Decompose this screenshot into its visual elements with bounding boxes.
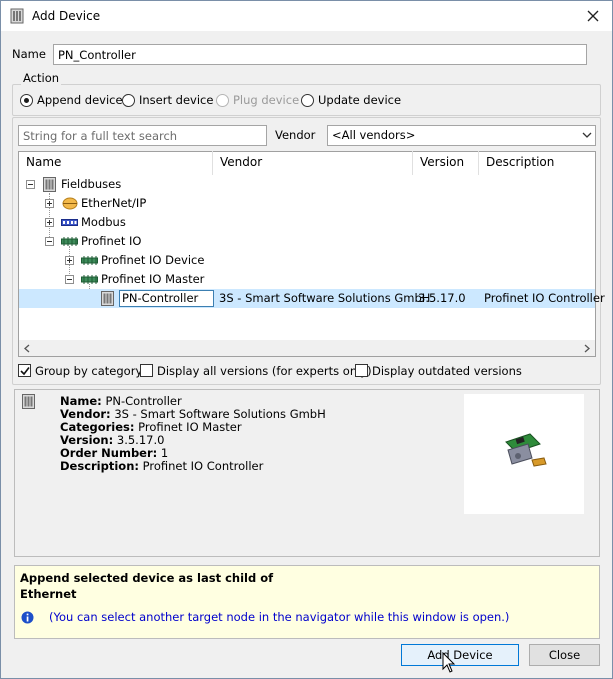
checkmark-icon bbox=[20, 367, 30, 376]
name-input[interactable] bbox=[53, 44, 587, 65]
radio-label: Plug device bbox=[233, 93, 300, 107]
radio-plug-device: Plug device bbox=[216, 93, 299, 107]
chevron-down-icon bbox=[582, 132, 592, 138]
tree-row-version: 3.5.17.0 bbox=[418, 291, 466, 305]
display-outdated-checkbox[interactable] bbox=[355, 364, 368, 377]
radio-insert-device[interactable]: Insert device bbox=[122, 93, 213, 107]
tree-row-label: Fieldbuses bbox=[61, 177, 122, 191]
info-categories-value: Profinet IO Master bbox=[138, 420, 242, 434]
group-by-category-label: Group by category bbox=[35, 364, 143, 378]
display-all-versions-checkbox[interactable] bbox=[140, 364, 153, 377]
tree-row-label: Profinet IO Device bbox=[101, 253, 205, 267]
vendor-select[interactable]: <All vendors> bbox=[327, 125, 596, 146]
vendor-select-value: <All vendors> bbox=[332, 128, 416, 142]
horizontal-scrollbar[interactable] bbox=[19, 340, 595, 356]
radio-indicator bbox=[20, 93, 33, 107]
info-version-value: 3.5.17.0 bbox=[116, 433, 165, 447]
radio-indicator bbox=[122, 93, 135, 107]
collapse-icon[interactable] bbox=[65, 275, 74, 284]
tree-row-pn-controller[interactable]: PN-Controller 3S - Smart Software Soluti… bbox=[19, 289, 605, 308]
ethernet-ip-icon bbox=[62, 197, 78, 210]
profinet-icon bbox=[81, 275, 98, 284]
column-header-vendor[interactable]: Vendor bbox=[213, 151, 413, 175]
profinet-icon bbox=[81, 256, 98, 265]
vendor-label: Vendor bbox=[275, 128, 316, 142]
device-icon bbox=[10, 8, 24, 24]
collapse-icon[interactable] bbox=[26, 180, 35, 189]
radio-update-device[interactable]: Update device bbox=[301, 93, 401, 107]
info-categories-label: Categories: bbox=[60, 420, 135, 434]
expand-icon[interactable] bbox=[45, 199, 54, 208]
column-header-description[interactable]: Description bbox=[479, 151, 595, 175]
expand-icon[interactable] bbox=[65, 256, 74, 265]
info-icon bbox=[21, 611, 34, 624]
action-group-label: Action bbox=[21, 71, 62, 85]
info-name-label: Name: bbox=[60, 394, 102, 408]
info-order-label: Order Number: bbox=[60, 446, 158, 460]
tree-row-name-cell[interactable]: PN-Controller bbox=[119, 290, 214, 307]
radio-label: Append device bbox=[37, 93, 123, 107]
tree-row-modbus[interactable]: Modbus bbox=[41, 213, 581, 232]
info-order-value: 1 bbox=[160, 446, 169, 460]
expand-icon[interactable] bbox=[45, 218, 54, 227]
title-bar: Add Device bbox=[1, 1, 612, 31]
tree-row-label: Profinet IO Master bbox=[101, 272, 205, 286]
hint-line-1: Append selected device as last child of bbox=[20, 571, 274, 585]
info-description-value: Profinet IO Controller bbox=[142, 459, 264, 473]
tree-row-fieldbuses[interactable]: Fieldbuses bbox=[21, 175, 581, 194]
device-icon bbox=[22, 394, 35, 409]
profinet-icon bbox=[61, 237, 78, 246]
mouse-cursor-icon bbox=[442, 652, 456, 673]
tree-row-profinet-io[interactable]: Profinet IO bbox=[41, 232, 581, 251]
tree-row-profinet-io-device[interactable]: Profinet IO Device bbox=[61, 251, 581, 270]
device-icon bbox=[101, 291, 114, 306]
tree-row-vendor: 3S - Smart Software Solutions GmbH bbox=[219, 291, 431, 305]
display-all-versions-label: Display all versions (for experts only) bbox=[157, 364, 372, 378]
device-icon bbox=[43, 177, 56, 192]
hint-note: (You can select another target node in t… bbox=[49, 610, 510, 624]
radio-indicator bbox=[301, 93, 314, 107]
info-version-label: Version: bbox=[60, 433, 114, 447]
scroll-left-icon[interactable] bbox=[24, 344, 30, 353]
radio-label: Insert device bbox=[139, 93, 214, 107]
info-name-value: PN-Controller bbox=[105, 394, 182, 408]
column-header-name[interactable]: Name bbox=[19, 151, 213, 175]
column-header-version[interactable]: Version bbox=[413, 151, 479, 175]
hint-title: Append selected device as last child of … bbox=[20, 570, 273, 602]
tree-row-label: EtherNet/IP bbox=[81, 196, 147, 210]
close-button[interactable]: Close bbox=[529, 644, 600, 666]
info-vendor-label: Vendor: bbox=[60, 407, 111, 421]
device-info-text: Name: PN-Controller Vendor: 3S - Smart S… bbox=[60, 395, 326, 473]
add-device-dialog: Add Device Name Action Append device Ins… bbox=[0, 0, 613, 679]
add-device-button[interactable]: Add Device bbox=[401, 644, 519, 666]
radio-indicator bbox=[216, 93, 229, 107]
radio-append-device[interactable]: Append device bbox=[20, 93, 123, 107]
display-outdated-label: Display outdated versions bbox=[372, 364, 522, 378]
tree-row-label: Modbus bbox=[81, 215, 126, 229]
hint-line-2: Ethernet bbox=[20, 587, 77, 601]
tree-row-profinet-io-master[interactable]: Profinet IO Master bbox=[61, 270, 581, 289]
window-title: Add Device bbox=[32, 9, 101, 23]
group-by-category-checkbox[interactable] bbox=[18, 364, 31, 377]
name-label: Name bbox=[12, 47, 46, 61]
search-input[interactable] bbox=[18, 125, 267, 146]
tree-row-label: Profinet IO bbox=[81, 234, 142, 248]
info-description-label: Description: bbox=[60, 459, 139, 473]
tree-row-description: Profinet IO Controller bbox=[484, 291, 605, 305]
tree-row-ethernet-ip[interactable]: EtherNet/IP bbox=[41, 194, 581, 213]
collapse-icon[interactable] bbox=[45, 237, 54, 246]
close-icon[interactable] bbox=[584, 7, 602, 25]
info-vendor-value: 3S - Smart Software Solutions GmbH bbox=[114, 407, 326, 421]
modbus-icon bbox=[61, 219, 78, 226]
radio-label: Update device bbox=[318, 93, 402, 107]
scroll-right-icon[interactable] bbox=[584, 344, 590, 353]
hint-panel: Append selected device as last child of … bbox=[14, 565, 600, 639]
device-image bbox=[464, 394, 584, 514]
network-card-icon bbox=[505, 433, 547, 467]
